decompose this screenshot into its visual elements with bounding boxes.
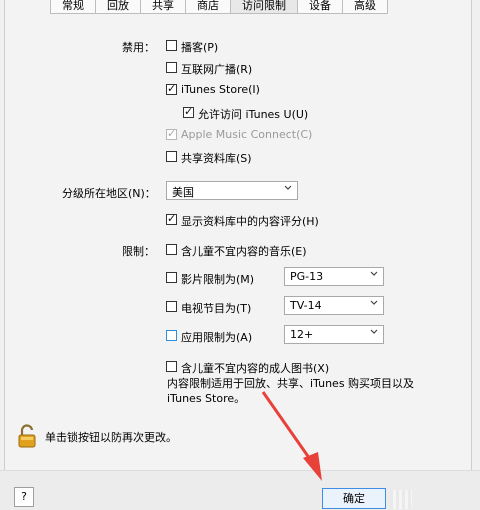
annotation-arrow [261,391,322,481]
